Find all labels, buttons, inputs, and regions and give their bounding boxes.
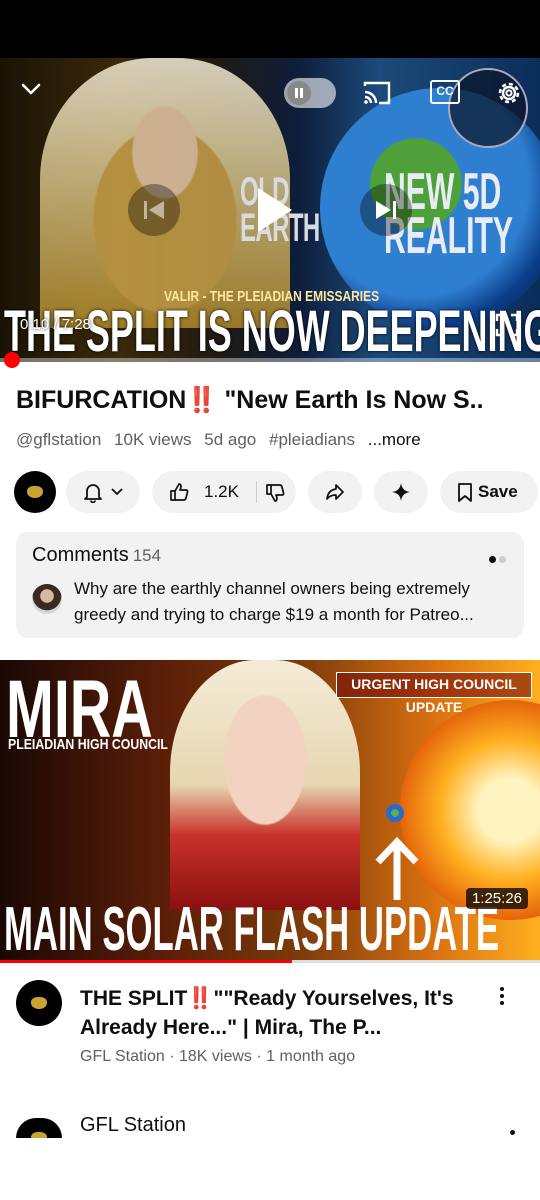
recommended-title[interactable]: THE SPLIT‼️""Ready Yourselves, It's Alre… [80, 984, 480, 1042]
rec-title-text: THE SPLIT [80, 987, 188, 1010]
chevron-down-icon [111, 488, 123, 496]
previous-icon[interactable] [128, 184, 180, 236]
title-text: BIFURCATION [16, 386, 187, 414]
commenter-avatar [32, 584, 62, 614]
alien-logo-icon [31, 997, 47, 1009]
seek-handle[interactable] [4, 352, 20, 368]
channel-avatar[interactable] [16, 1118, 62, 1138]
alien-logo-icon [27, 486, 43, 498]
thumbnail-subtitle: PLEIADIAN HIGH COUNCIL [8, 736, 168, 753]
more-link[interactable]: ...more [368, 430, 421, 449]
ask-ai-button[interactable] [374, 471, 428, 513]
video-meta[interactable]: @gflstation 10K views 5d ago #pleiadians… [16, 430, 429, 450]
recommended-thumbnail[interactable]: MIRA PLEIADIAN HIGH COUNCIL URGENT HIGH … [0, 660, 540, 960]
comments-title: Comments [32, 544, 129, 566]
comments-header: Comments 154 [32, 544, 161, 567]
title-text-rest: "New Earth Is Now S.. [217, 386, 484, 414]
next-icon[interactable] [360, 184, 412, 236]
view-count: 10K views [114, 430, 192, 449]
rec-title-mark: ‼️ [187, 987, 214, 1010]
more-options-icon[interactable] [510, 1130, 515, 1135]
screen-bottom [0, 1138, 540, 1200]
thumbnail-figure [170, 660, 360, 910]
duration-badge: 1:25:26 [465, 888, 528, 909]
thumbnail-badge: URGENT HIGH COUNCIL UPDATE [336, 672, 532, 715]
gear-icon[interactable] [494, 78, 524, 108]
play-icon[interactable] [240, 178, 304, 242]
upload-age: 5d ago [204, 430, 257, 449]
divider [256, 481, 257, 503]
hashtag-link[interactable]: #pleiadians [269, 430, 355, 449]
save-button[interactable]: Save [440, 471, 538, 513]
thumbs-up-icon[interactable] [168, 481, 190, 503]
comments-count: 154 [132, 546, 162, 565]
action-bar: 1.2K Save [14, 471, 540, 513]
watched-progress-fill [0, 960, 292, 963]
video-player[interactable]: OLD EARTH NEW 5D REALITY VALIR - THE PLE… [0, 58, 540, 362]
save-label: Save [478, 482, 518, 501]
channel-avatar[interactable] [16, 980, 62, 1026]
chevron-down-icon[interactable] [18, 76, 44, 102]
fullscreen-icon[interactable] [494, 312, 520, 338]
share-icon [326, 484, 344, 500]
arrow-up-icon [375, 836, 419, 900]
pause-icon [287, 81, 311, 105]
captions-button[interactable]: CC [430, 80, 460, 104]
playback-time: 0:10 / 7:28 [20, 316, 91, 333]
top-comment: Why are the earthly channel owners being… [74, 579, 474, 624]
thumbnail-planet [386, 804, 404, 822]
bookmark-icon [458, 483, 472, 502]
carousel-dots [486, 550, 506, 568]
like-dislike-group: 1.2K [152, 471, 296, 513]
thumbs-down-icon[interactable] [264, 482, 286, 504]
more-options-icon[interactable] [492, 984, 512, 1010]
channel-handle[interactable]: @gflstation [16, 430, 101, 449]
channel-name[interactable]: GFL Station [80, 1114, 186, 1137]
channel-avatar[interactable] [14, 471, 56, 513]
bell-icon [84, 484, 102, 503]
title-mark: ‼️ [186, 386, 218, 414]
cast-icon[interactable] [362, 80, 392, 106]
like-count[interactable]: 1.2K [204, 482, 239, 502]
subscription-bell-button[interactable] [66, 471, 140, 513]
share-button[interactable] [308, 471, 362, 513]
recommended-meta: GFL Station · 18K views · 1 month ago [80, 1048, 356, 1065]
video-title[interactable]: BIFURCATION‼️ "New Earth Is Now S.. [16, 386, 530, 415]
thumbnail-headline: MAIN SOLAR FLASH UPDATE [4, 895, 500, 961]
autoplay-toggle[interactable] [284, 78, 336, 108]
comments-panel[interactable]: Comments 154 Why are the earthly channel … [16, 532, 524, 638]
watched-progress [0, 960, 540, 963]
sparkle-icon [392, 483, 410, 501]
status-bar [0, 0, 540, 58]
seek-bar[interactable] [0, 358, 540, 362]
